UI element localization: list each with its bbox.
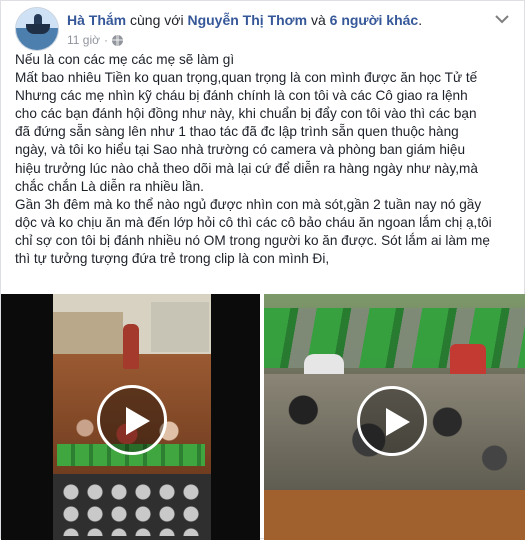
post-line: đã đứng sẵn sàng lên như 1 thao tác đã đ… (15, 124, 459, 140)
video-frame-floor (264, 490, 525, 540)
post-line: ngày, và tôi ko hiểu tại Sao nhà trường … (15, 142, 466, 158)
facebook-post: Hà Thắm cùng với Nguyễn Thị Thơm và 6 ng… (0, 0, 525, 540)
letterbox-left (1, 294, 53, 540)
video-left[interactable] (1, 294, 260, 540)
video-frame-person (123, 324, 139, 369)
post-line: chỉ sợ con tôi bị đánh nhiều nó OM trong… (15, 232, 490, 248)
post-header: Hà Thắm cùng với Nguyễn Thị Thơm và 6 ng… (11, 7, 516, 51)
post-line: dộc và ko chịu ăn mà đến lớp hỏi cô thì … (15, 214, 492, 230)
and-text: và (307, 12, 330, 28)
video-grid (1, 294, 525, 540)
avatar[interactable] (15, 7, 59, 51)
meta-separator: · (104, 33, 108, 47)
post-line: Nhưng các mẹ nhìn kỹ cháu bị đánh chính … (15, 88, 468, 104)
with-text: cùng với (126, 12, 188, 28)
post-line: Mất bao nhiêu Tiền ko quan trọng,quan tr… (15, 70, 478, 86)
video-frame-shelf (151, 302, 209, 352)
post-line: chắc chắn Là diễn ra nhiều lần. (15, 178, 204, 194)
video-frame-bowls (61, 482, 207, 536)
post-line: cho các bạn đánh hội đồng như này, khi c… (15, 106, 477, 122)
video-right[interactable] (264, 294, 525, 540)
chevron-down-icon[interactable] (494, 13, 510, 25)
post-line: thì tự tưởng tượng đứa trẻ trong clip là… (15, 251, 330, 267)
tagged-person-link[interactable]: Nguyễn Thị Thơm (187, 12, 307, 28)
author-name-link[interactable]: Hà Thắm (67, 12, 126, 28)
avatar-boat (26, 24, 50, 34)
post-line: Gần 3h đêm mà ko thể nào ngủ được nhìn c… (15, 196, 482, 212)
timestamp-link[interactable]: 11 giờ (67, 33, 100, 47)
globe-icon[interactable] (112, 34, 123, 46)
post-meta: 11 giờ · (67, 33, 123, 47)
end-punct: . (418, 12, 423, 28)
post-text: Nếu là con các mẹ các mẹ sẽ làm gì Mất b… (15, 51, 515, 268)
author-line: Hà Thắm cùng với Nguyễn Thị Thơm và 6 ng… (67, 11, 422, 29)
play-icon[interactable] (357, 386, 427, 456)
play-icon[interactable] (97, 385, 167, 455)
post-line: hiệu trưởng lúc nào chả theo dõi mà lại … (15, 160, 478, 176)
others-link[interactable]: 6 người khác (330, 12, 419, 28)
letterbox-right (211, 294, 260, 540)
post-line: Nếu là con các mẹ các mẹ sẽ làm gì (15, 52, 235, 67)
